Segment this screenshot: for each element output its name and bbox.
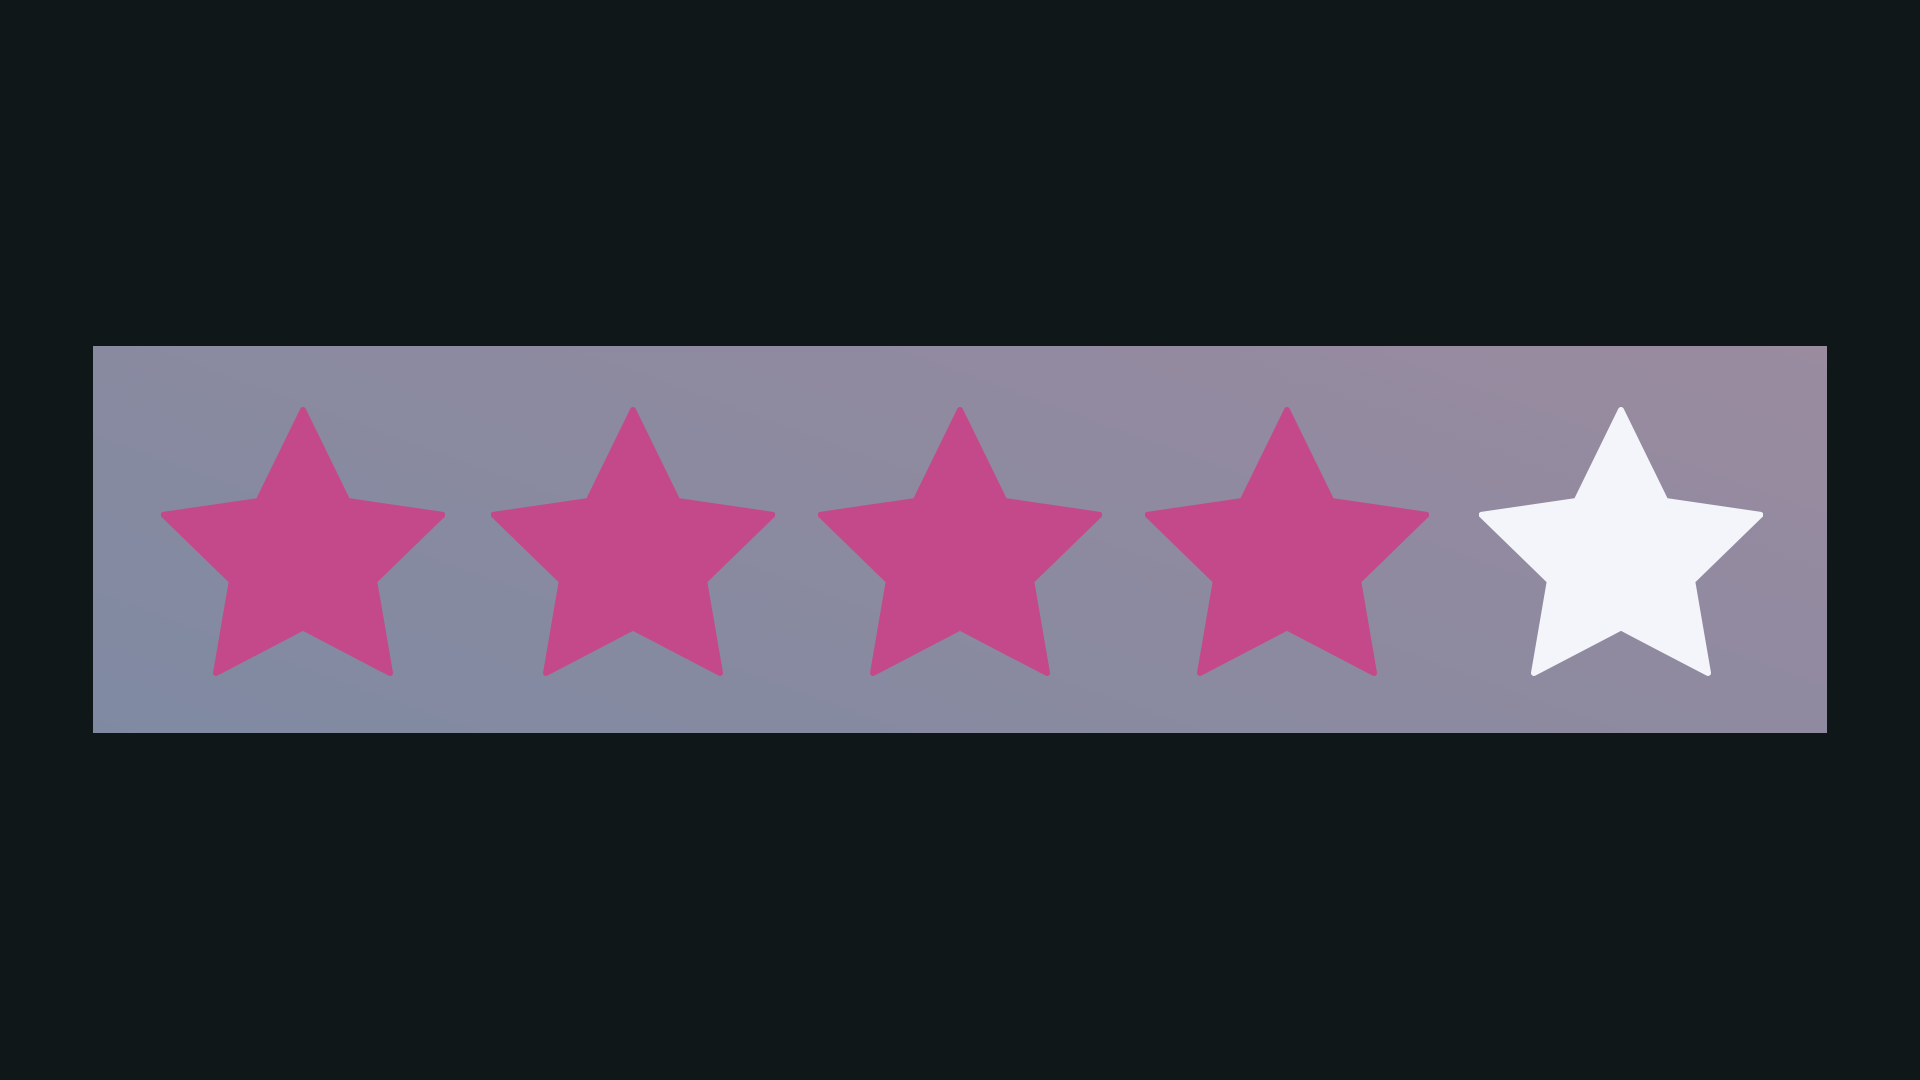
star-icon-1[interactable] [161,406,445,677]
star-rating [93,346,1827,733]
star-icon-4[interactable] [1145,406,1429,677]
star-icon-5[interactable] [1479,406,1763,677]
star-icon-2[interactable] [491,406,775,677]
star-icon-3[interactable] [818,406,1102,677]
